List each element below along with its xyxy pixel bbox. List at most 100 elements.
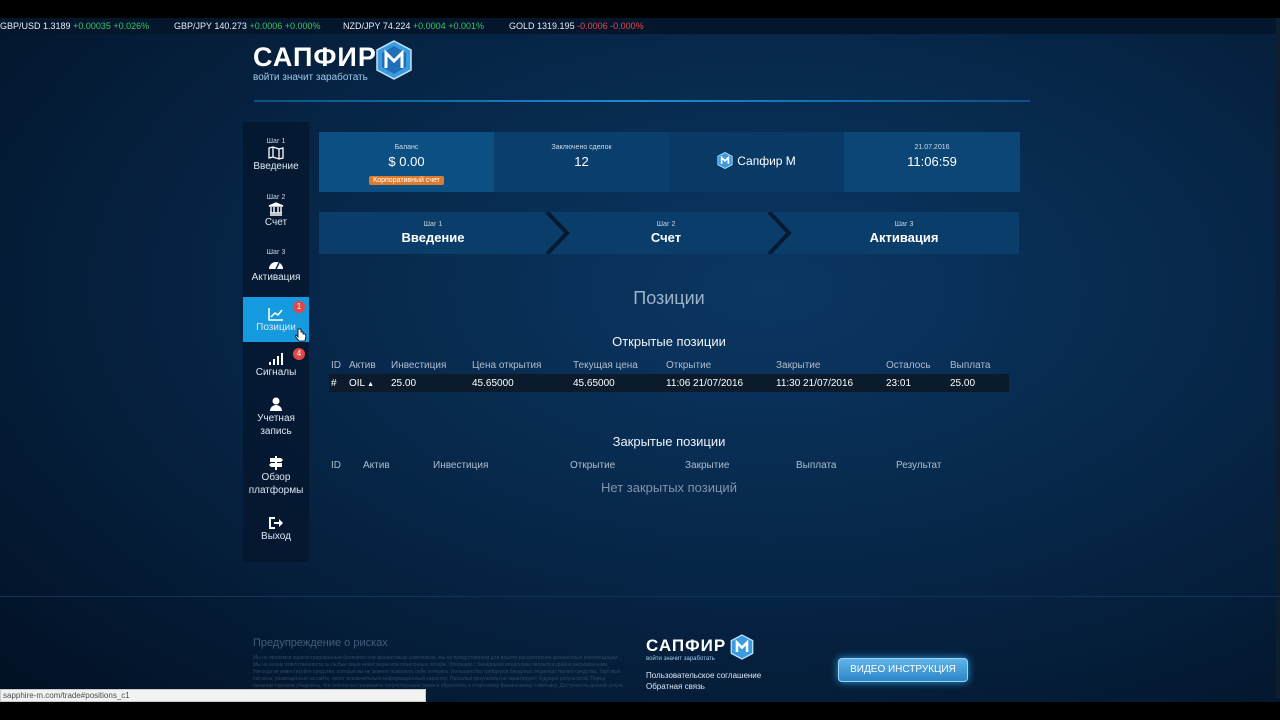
sidebar-item-label: Обзор платформы xyxy=(248,472,304,496)
column-header: Закрытие xyxy=(685,460,730,471)
ticker-symbol: GBP/JPY xyxy=(174,21,212,31)
notification-badge: 1 xyxy=(293,301,305,313)
sidebar-step: Шаг 2 xyxy=(266,194,286,201)
steps-progress-bar: Шаг 1 Введение Шаг 2 Счет Шаг 3 Активаци… xyxy=(319,212,1019,254)
asset-name: OIL xyxy=(349,378,366,389)
ticker-pct: -0.000% xyxy=(610,21,644,31)
sidebar-item-label: Активация xyxy=(251,272,301,283)
balance-panel: Баланс $ 0.00 Корпоративный счет xyxy=(319,132,494,192)
brand-panel: Сапфир М xyxy=(669,132,844,192)
ticker-change: +0.00035 xyxy=(73,21,111,31)
sapphire-gem-icon xyxy=(717,152,733,169)
sidebar-item-intro[interactable]: Шаг 1 Введение xyxy=(243,138,309,182)
sidebar-item-label: Сигналы xyxy=(255,367,297,378)
sidebar-item-signals[interactable]: 4 Сигналы xyxy=(243,344,309,389)
feedback-link[interactable]: Обратная связь xyxy=(646,682,705,691)
site-logo[interactable]: САПФИР войти значит заработать xyxy=(253,40,423,88)
ticker-item: GOLD 1319.195 -0.0006 -0.000% xyxy=(509,18,644,34)
notification-badge: 4 xyxy=(293,348,305,360)
window-bottom-frame xyxy=(0,702,1280,720)
current-date: 21.07.2016 xyxy=(914,144,950,151)
column-header: ID xyxy=(331,460,341,471)
column-header: ID xyxy=(331,360,341,371)
empty-state-message: Нет закрытых позиций xyxy=(601,480,737,495)
ticker-pct: +0.000% xyxy=(284,21,321,31)
current-time: 11:06:59 xyxy=(907,154,957,169)
ticker-price: 140.273 xyxy=(214,21,247,31)
map-icon xyxy=(268,146,284,160)
user-agreement-link[interactable]: Пользовательское соглашение xyxy=(646,671,761,680)
ticker-price: 1.3189 xyxy=(43,21,71,31)
sidebar-item-platform-overview[interactable]: Обзор платформы xyxy=(243,452,309,502)
bank-icon xyxy=(268,202,284,216)
ticker-item: NZD/JPY 74.224 +0.0004 +0.001% xyxy=(343,18,484,34)
account-type-badge: Корпоративный счет xyxy=(369,176,444,185)
step-intro[interactable]: Шаг 1 Введение xyxy=(319,212,547,254)
ticker-item: GBP/JPY 140.273 +0.0006 +0.000% xyxy=(174,18,321,34)
step-name: Счет xyxy=(650,230,682,245)
sidebar-item-label: Выход xyxy=(261,531,291,542)
cell-current-price: 45.65000 xyxy=(573,378,615,389)
ticker-symbol: GOLD xyxy=(509,21,535,31)
cell-investment: 25.00 xyxy=(391,378,417,389)
column-header: Текущая цена xyxy=(573,360,638,371)
logo-tagline: войти значит заработать xyxy=(253,72,368,83)
sidebar-item-user-account[interactable]: Учетная запись xyxy=(243,392,309,442)
balance-label: Баланс xyxy=(394,144,419,151)
balance-value: $ 0.00 xyxy=(388,154,425,169)
price-ticker: GBP/USD 1.3189 +0.00035 +0.026% GBP/JPY … xyxy=(0,18,1280,34)
column-header: Выплата xyxy=(796,460,837,471)
ticker-change: -0.0006 xyxy=(577,21,608,31)
ticker-symbol: GBP/USD xyxy=(0,21,41,31)
ticker-pct: +0.026% xyxy=(113,21,150,31)
sidebar: Шаг 1 Введение Шаг 2 Счет Шаг 3 Активаци… xyxy=(243,122,309,562)
gauge-icon xyxy=(269,262,283,270)
header-divider xyxy=(254,100,1030,102)
open-positions-title: Открытые позиции xyxy=(612,334,726,349)
step-name: Введение xyxy=(401,230,465,245)
column-header: Результат xyxy=(896,460,942,471)
cell-remaining: 23:01 xyxy=(886,378,912,389)
deals-label: Заключено сделок xyxy=(551,144,612,151)
column-header: Открытие xyxy=(570,460,616,471)
chart-icon xyxy=(268,308,283,321)
logout-icon xyxy=(269,517,283,529)
cell-open-price: 45.65000 xyxy=(472,378,514,389)
ticker-symbol: NZD/JPY xyxy=(343,21,381,31)
sidebar-item-label: Учетная запись xyxy=(257,413,295,437)
sidebar-item-account[interactable]: Шаг 2 Счет xyxy=(243,194,309,238)
risk-warning-title: Предупреждение о рисках xyxy=(253,637,388,649)
browser-status-url: sapphire-m.com/trade#positions_c1 xyxy=(0,689,426,702)
column-header: Выплата xyxy=(950,360,991,371)
clock-panel: 21.07.2016 11:06:59 xyxy=(844,132,1020,192)
ticker-change: +0.0006 xyxy=(249,21,283,31)
step-name: Активация xyxy=(869,230,939,245)
column-header: Актив xyxy=(363,460,390,471)
sidebar-item-label: Позиции xyxy=(256,322,296,333)
sidebar-item-activation[interactable]: Шаг 3 Активация xyxy=(243,249,309,293)
window-top-frame xyxy=(0,0,1280,18)
sidebar-item-logout[interactable]: Выход xyxy=(243,514,309,548)
step-number: Шаг 1 xyxy=(423,221,443,228)
footer-logo[interactable]: САПФИР войти значит заработать xyxy=(646,634,766,666)
step-account[interactable]: Шаг 2 Счет xyxy=(567,212,765,254)
page-title: Позиции xyxy=(633,288,705,308)
sidebar-step: Шаг 1 xyxy=(266,138,286,145)
column-header: Актив xyxy=(349,360,376,371)
footer-divider xyxy=(0,596,1280,597)
cell-asset: OIL ▲ xyxy=(349,378,374,389)
video-instruction-button[interactable]: ВИДЕО ИНСТРУКЦИЯ xyxy=(838,658,968,682)
sidebar-item-label: Счет xyxy=(264,217,288,228)
column-header: Открытие xyxy=(666,360,712,371)
logo-wordmark: САПФИР xyxy=(646,636,727,655)
step-activation[interactable]: Шаг 3 Активация xyxy=(789,212,1019,254)
closed-positions-title: Закрытые позиции xyxy=(612,434,726,449)
signpost-icon xyxy=(269,456,283,470)
ticker-change: +0.0004 xyxy=(412,21,446,31)
step-number: Шаг 3 xyxy=(894,221,914,228)
logo-tagline: войти значит заработать xyxy=(646,656,715,662)
sidebar-step: Шаг 3 xyxy=(266,249,286,256)
logo-wordmark: САПФИР xyxy=(253,42,377,72)
signal-icon xyxy=(269,353,283,365)
column-header: Инвестиция xyxy=(433,460,489,471)
